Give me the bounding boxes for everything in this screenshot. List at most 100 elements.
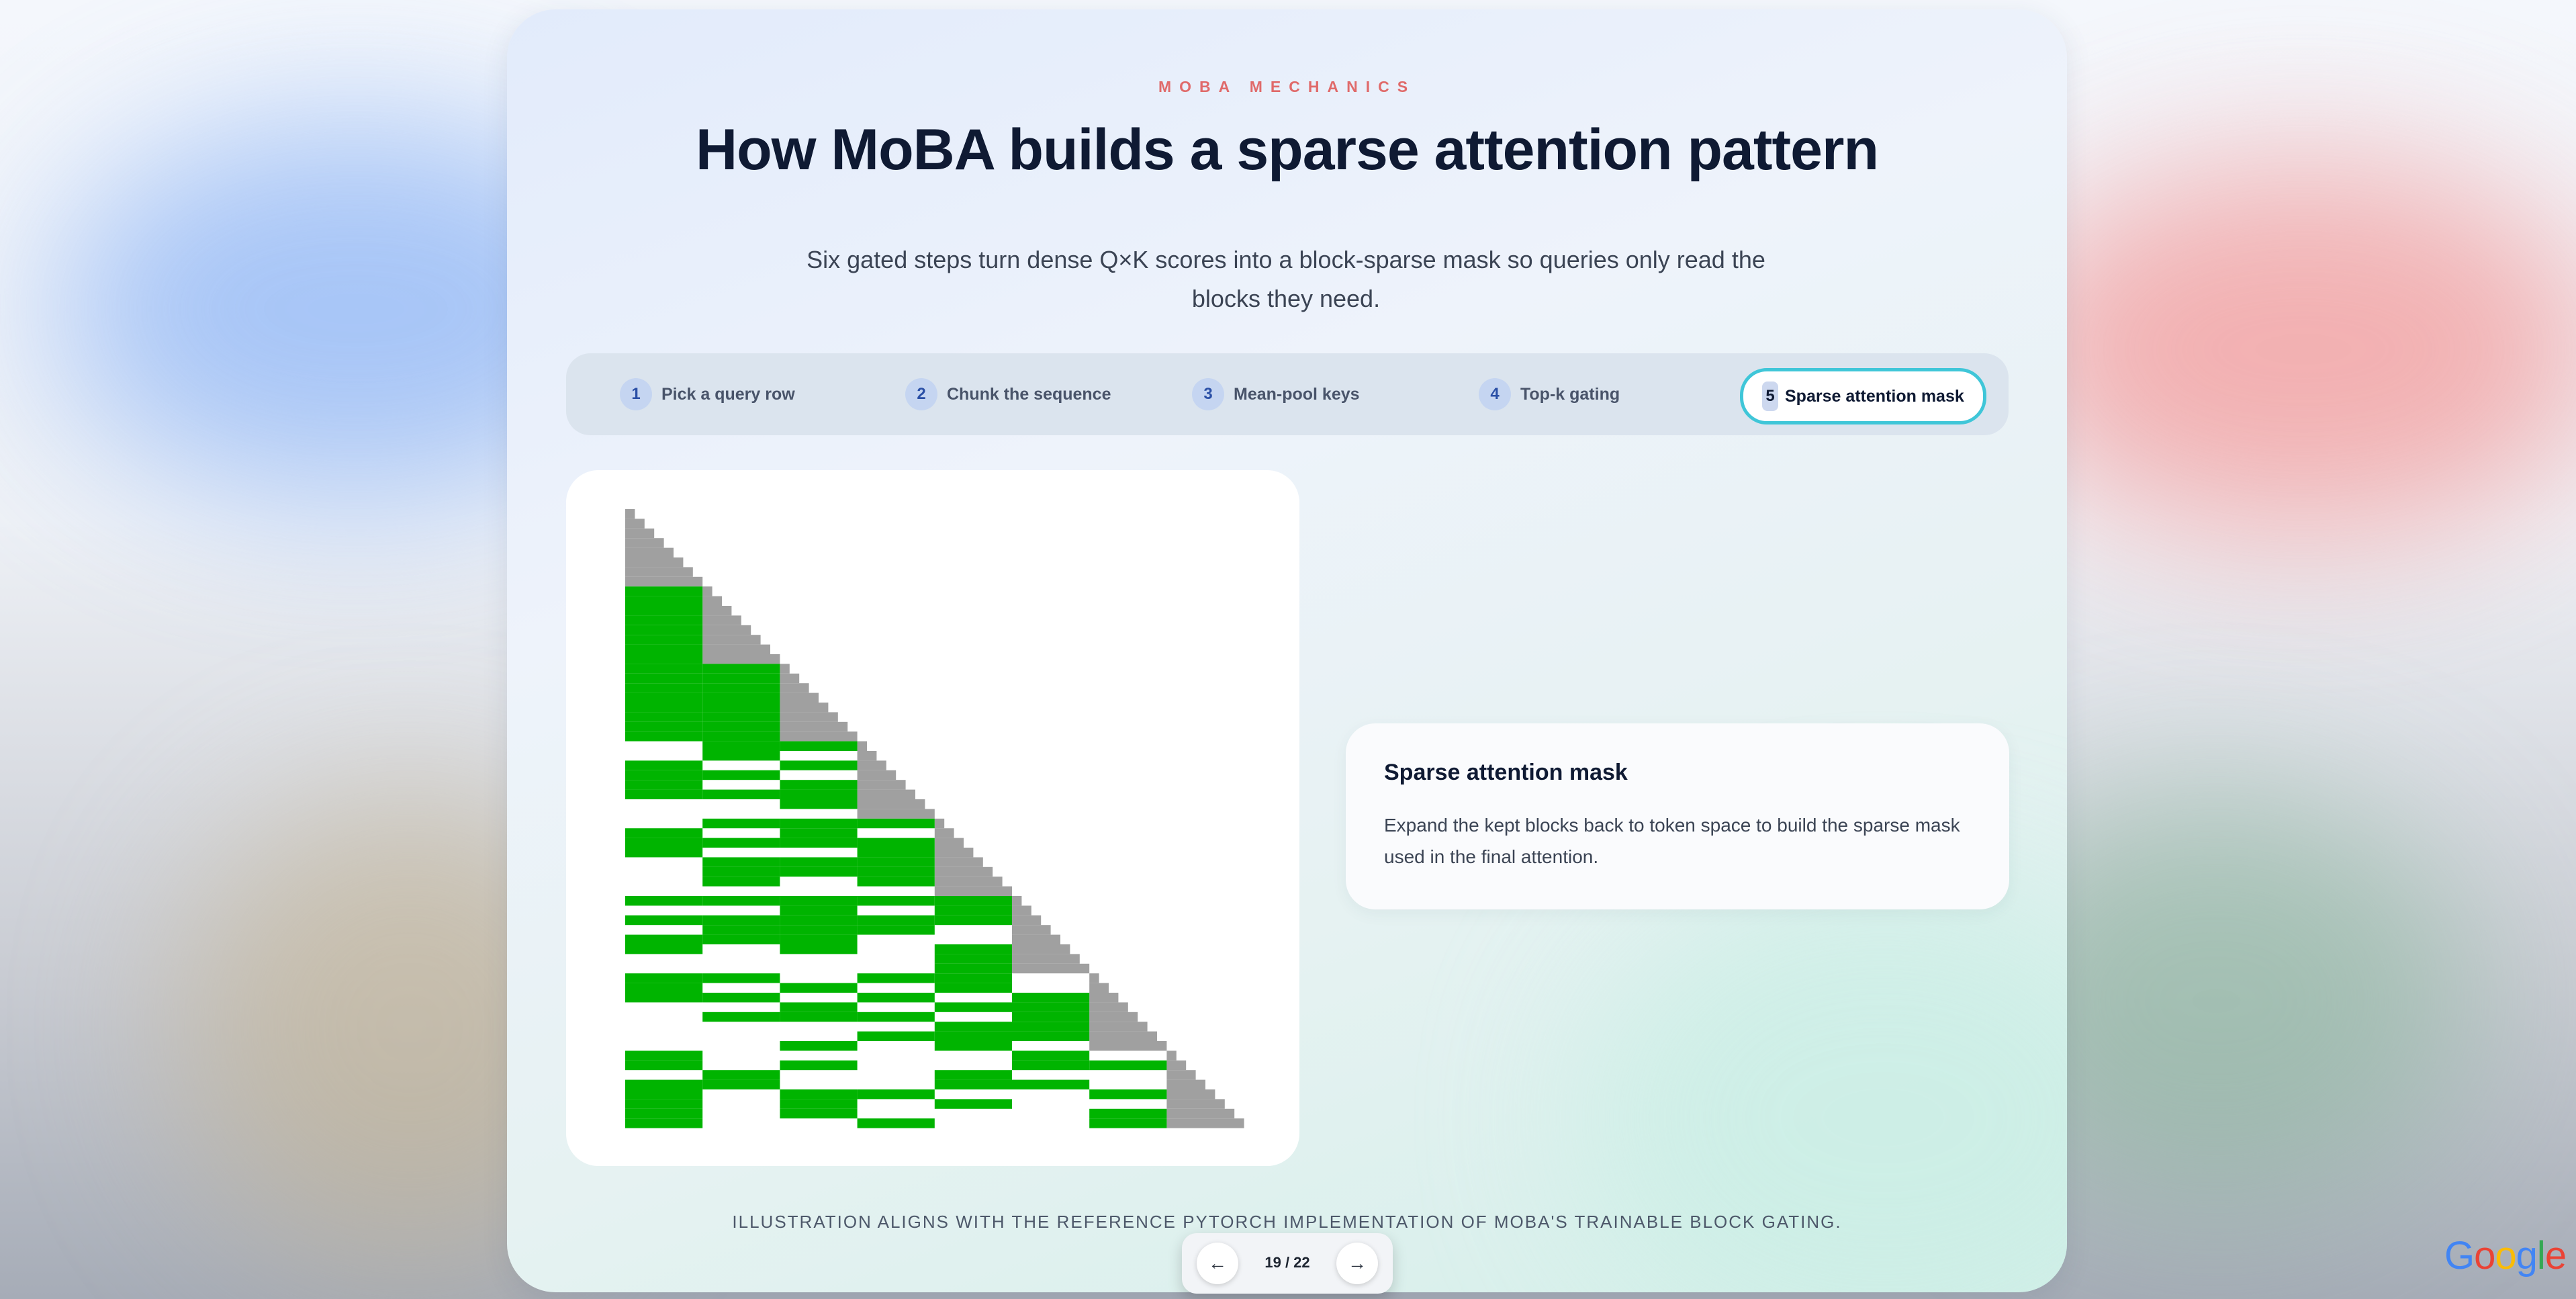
step-tab-5-active[interactable]: 5 Sparse attention mask: [1740, 368, 1986, 424]
causal-mask-cell: [625, 528, 655, 539]
causal-mask-cell: [1012, 896, 1022, 906]
causal-mask-cell: [625, 519, 645, 529]
kept-mask-cell: [1012, 1060, 1090, 1071]
kept-mask-cell: [625, 664, 703, 674]
kept-mask-cell: [934, 973, 1012, 983]
causal-mask-cell: [702, 606, 732, 616]
next-slide-button[interactable]: →: [1336, 1243, 1378, 1284]
kept-mask-cell: [625, 1050, 703, 1061]
kept-mask-cell: [934, 915, 1012, 926]
causal-mask-cell: [1089, 983, 1109, 993]
card-title: Sparse attention mask: [1384, 760, 1628, 785]
mask-visualization-panel: [566, 470, 1299, 1166]
kept-mask-cell: [1012, 993, 1090, 1003]
step-tab-1[interactable]: 1 Pick a query row: [605, 371, 810, 418]
causal-mask-cell: [1166, 1060, 1187, 1071]
kept-mask-cell: [702, 751, 780, 761]
step-tab-4[interactable]: 4 Top-k gating: [1464, 371, 1635, 418]
kept-mask-cell: [702, 896, 780, 906]
kept-mask-cell: [780, 905, 858, 915]
kept-mask-cell: [625, 1060, 703, 1071]
causal-mask-cell: [625, 557, 684, 568]
kept-mask-cell: [625, 915, 703, 926]
kept-mask-cell: [625, 712, 703, 722]
kept-mask-cell: [780, 934, 858, 944]
causal-mask-cell: [1089, 1022, 1148, 1032]
kept-mask-cell: [625, 973, 703, 983]
kept-mask-cell: [780, 1002, 858, 1012]
kept-mask-cell: [625, 654, 703, 664]
kept-mask-cell: [625, 770, 703, 780]
causal-mask-cell: [780, 664, 790, 674]
causal-mask-cell: [1166, 1079, 1205, 1089]
kept-mask-cell: [625, 606, 703, 616]
kept-mask-cell: [625, 692, 703, 703]
causal-mask-cell: [857, 789, 915, 799]
causal-mask-cell: [1166, 1108, 1235, 1119]
causal-mask-cell: [702, 644, 770, 654]
causal-mask-cell: [857, 780, 906, 790]
causal-mask-cell: [857, 799, 925, 809]
kept-mask-cell: [625, 615, 703, 625]
kept-mask-cell: [625, 703, 703, 713]
causal-mask-cell: [1166, 1050, 1177, 1061]
kept-mask-cell: [625, 896, 703, 906]
kept-mask-cell: [780, 799, 858, 809]
kept-mask-cell: [934, 1002, 1012, 1012]
kept-mask-cell: [702, 692, 780, 703]
kept-mask-cell: [625, 635, 703, 645]
kept-mask-cell: [702, 731, 780, 742]
kept-mask-cell: [702, 1079, 780, 1089]
kept-mask-cell: [780, 1012, 858, 1022]
kept-mask-cell: [1012, 1079, 1090, 1089]
kept-mask-cell: [857, 818, 935, 829]
sparse-mask-grid: [625, 509, 1244, 1128]
kept-mask-cell: [934, 1022, 1012, 1032]
kept-mask-cell: [702, 818, 780, 829]
kept-mask-cell: [934, 1099, 1012, 1109]
kept-mask-cell: [780, 925, 858, 935]
kept-mask-cell: [625, 721, 703, 732]
causal-mask-cell: [1089, 1031, 1157, 1041]
causal-mask-cell: [625, 567, 693, 577]
causal-mask-cell: [780, 731, 858, 742]
causal-mask-cell: [1012, 934, 1060, 944]
causal-mask-cell: [857, 809, 935, 819]
kept-mask-cell: [780, 857, 858, 867]
kept-mask-cell: [702, 703, 780, 713]
kept-mask-cell: [625, 644, 703, 654]
causal-mask-cell: [702, 615, 741, 625]
kept-mask-cell: [702, 664, 780, 674]
step-tab-2[interactable]: 2 Chunk the sequence: [890, 371, 1126, 418]
kept-mask-cell: [702, 741, 780, 751]
kept-mask-cell: [702, 934, 780, 944]
slide-subtitle: Six gated steps turn dense Q×K scores in…: [807, 246, 1765, 312]
kept-mask-cell: [857, 915, 935, 926]
kept-mask-cell: [702, 857, 780, 867]
kept-mask-cell: [857, 993, 935, 1003]
kept-mask-cell: [857, 838, 935, 848]
step-number: 3: [1192, 378, 1224, 410]
kept-mask-cell: [1012, 1022, 1090, 1032]
kept-mask-cell: [780, 1099, 858, 1109]
causal-mask-cell: [934, 866, 993, 877]
causal-mask-cell: [625, 538, 664, 548]
kept-mask-cell: [702, 789, 780, 799]
step-tab-3[interactable]: 3 Mean-pool keys: [1177, 371, 1375, 418]
causal-mask-cell: [1166, 1070, 1196, 1080]
step-number: 2: [905, 378, 937, 410]
kept-mask-cell: [702, 683, 780, 693]
step-label: Top-k gating: [1520, 384, 1620, 404]
causal-mask-cell: [1166, 1099, 1225, 1109]
causal-mask-cell: [702, 654, 780, 664]
kept-mask-cell: [1012, 1012, 1090, 1022]
kept-mask-cell: [857, 925, 935, 935]
kept-mask-cell: [857, 848, 935, 858]
kept-mask-cell: [857, 896, 935, 906]
kept-mask-cell: [934, 1041, 1012, 1051]
kept-mask-cell: [857, 877, 935, 887]
causal-mask-cell: [780, 673, 800, 684]
step-description-card: Sparse attention mask Expand the kept bl…: [1346, 723, 2009, 909]
causal-mask-cell: [1012, 954, 1080, 964]
kept-mask-cell: [1012, 1002, 1090, 1012]
